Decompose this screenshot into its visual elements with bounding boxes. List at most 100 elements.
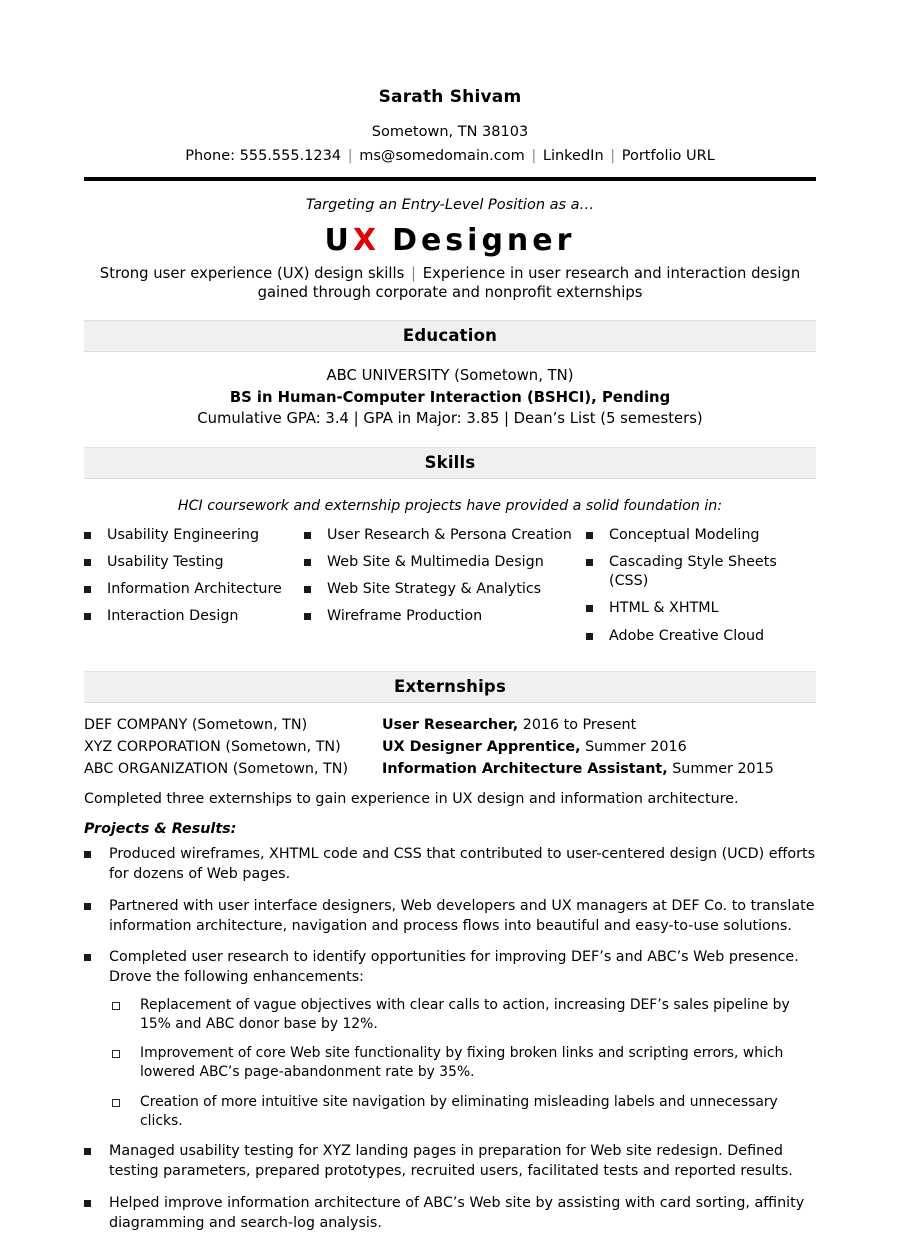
skill-label: HTML & XHTML bbox=[609, 600, 719, 617]
externship-row: ABC ORGANIZATION (Sometown, TN) Informat… bbox=[84, 758, 816, 780]
externship-row: DEF COMPANY (Sometown, TN) User Research… bbox=[84, 714, 816, 736]
target-job-title: UX Designer bbox=[84, 215, 816, 259]
skill-label: Web Site & Multimedia Design bbox=[327, 553, 544, 570]
externship-company: DEF COMPANY (Sometown, TN) bbox=[84, 716, 308, 733]
externship-row: XYZ CORPORATION (Sometown, TN) UX Design… bbox=[84, 736, 816, 758]
contact-line: Phone: 555.555.1234 | ms@somedomain.com … bbox=[84, 142, 816, 166]
skill-item: Information Architecture bbox=[84, 580, 304, 599]
skill-item: Web Site & Multimedia Design bbox=[304, 553, 586, 572]
section-header-skills: Skills bbox=[84, 446, 816, 479]
skills-columns: Usability Engineering Usability Testing … bbox=[84, 518, 816, 654]
externship-dates: 2016 to Present bbox=[522, 716, 637, 733]
targeting-statement: Targeting an Entry-Level Position as a… bbox=[305, 197, 595, 214]
candidate-location: Sometown, TN 38103 bbox=[371, 123, 529, 140]
skill-item: Usability Testing bbox=[84, 553, 304, 572]
skill-item: Wireframe Production bbox=[304, 607, 586, 626]
square-bullet-icon bbox=[84, 902, 91, 910]
nested-bullet-list: Replacement of vague objectives with cle… bbox=[84, 996, 816, 1131]
contact-separator-1: | bbox=[347, 147, 353, 164]
bullet-item: Helped improve information architecture … bbox=[84, 1194, 816, 1233]
externship-role-title: User Researcher, bbox=[382, 716, 519, 733]
resume-page: Sarath Shivam Sometown, TN 38103 Phone: … bbox=[0, 0, 900, 1231]
bullet-item: Completed user research to identify oppo… bbox=[84, 948, 816, 987]
contact-separator-3: | bbox=[610, 147, 616, 164]
hollow-square-bullet-icon bbox=[112, 1098, 120, 1107]
linkedin-link[interactable]: LinkedIn bbox=[543, 148, 604, 164]
skill-label: User Research & Persona Creation bbox=[327, 526, 572, 543]
projects-results-heading: Projects & Results: bbox=[84, 821, 237, 838]
sub-bullet-text: Improvement of core Web site functionali… bbox=[140, 1045, 784, 1081]
email-link[interactable]: ms@somedomain.com bbox=[359, 148, 525, 164]
tagline-line2: gained through corporate and nonprofit e… bbox=[257, 284, 643, 302]
skill-label: Cascading Style Sheets (CSS) bbox=[609, 553, 777, 590]
square-bullet-icon bbox=[84, 531, 91, 539]
projects-bullet-list: Produced wireframes, XHTML code and CSS … bbox=[84, 837, 816, 1233]
skill-label: Wireframe Production bbox=[327, 608, 483, 625]
job-title-u: U bbox=[324, 222, 353, 258]
candidate-name: Sarath Shivam bbox=[378, 87, 522, 107]
externship-role-cell: User Researcher, 2016 to Present bbox=[382, 714, 816, 736]
tagline: Strong user experience (UX) design skill… bbox=[84, 258, 816, 303]
education-honors: Cumulative GPA: 3.4 | GPA in Major: 3.85… bbox=[197, 410, 703, 428]
square-bullet-icon bbox=[304, 586, 311, 594]
bullet-item: Produced wireframes, XHTML code and CSS … bbox=[84, 845, 816, 884]
sub-bullet-item: Creation of more intuitive site navigati… bbox=[112, 1093, 816, 1131]
externship-role-cell: Information Architecture Assistant, Summ… bbox=[382, 758, 816, 780]
square-bullet-icon bbox=[304, 531, 311, 539]
hollow-square-bullet-icon bbox=[112, 1050, 120, 1059]
skill-item: Adobe Creative Cloud bbox=[586, 627, 816, 646]
job-title-rest: Designer bbox=[392, 222, 576, 258]
externship-company: XYZ CORPORATION (Sometown, TN) bbox=[84, 739, 341, 756]
skill-label: Information Architecture bbox=[107, 581, 282, 598]
hollow-square-bullet-icon bbox=[112, 1001, 120, 1010]
square-bullet-icon bbox=[304, 558, 311, 566]
skill-label: Usability Engineering bbox=[107, 526, 260, 543]
square-bullet-icon bbox=[84, 851, 91, 859]
square-bullet-icon bbox=[586, 531, 593, 539]
square-bullet-icon bbox=[84, 586, 91, 594]
skill-label: Adobe Creative Cloud bbox=[609, 627, 765, 644]
section-header-education: Education bbox=[84, 320, 816, 353]
portfolio-link[interactable]: Portfolio URL bbox=[622, 148, 715, 164]
contact-separator-2: | bbox=[531, 147, 537, 164]
bullet-text: Helped improve information architecture … bbox=[109, 1194, 805, 1231]
square-bullet-icon bbox=[84, 954, 91, 962]
section-header-externships: Externships bbox=[84, 670, 816, 703]
externship-dates: Summer 2016 bbox=[585, 739, 687, 756]
bullet-text: Completed user research to identify oppo… bbox=[109, 949, 799, 986]
square-bullet-icon bbox=[586, 632, 593, 640]
sub-bullet-text: Replacement of vague objectives with cle… bbox=[140, 996, 790, 1032]
externship-company: ABC ORGANIZATION (Sometown, TN) bbox=[84, 761, 349, 778]
square-bullet-icon bbox=[84, 558, 91, 566]
education-school: ABC UNIVERSITY (Sometown, TN) bbox=[326, 367, 574, 385]
bullet-text: Partnered with user interface designers,… bbox=[109, 897, 815, 934]
skill-item: Conceptual Modeling bbox=[586, 526, 816, 545]
bullet-text: Managed usability testing for XYZ landin… bbox=[109, 1143, 793, 1180]
skill-item: HTML & XHTML bbox=[586, 599, 816, 618]
skill-item: Cascading Style Sheets (CSS) bbox=[586, 553, 816, 592]
job-title-x-accent: X bbox=[352, 222, 381, 258]
skill-label: Usability Testing bbox=[107, 553, 224, 570]
skill-label: Conceptual Modeling bbox=[609, 526, 760, 543]
externship-dates: Summer 2015 bbox=[672, 761, 774, 778]
externship-summary: Completed three externships to gain expe… bbox=[84, 791, 739, 808]
sub-bullet-item: Replacement of vague objectives with cle… bbox=[112, 996, 816, 1034]
tagline-separator: | bbox=[411, 265, 417, 283]
square-bullet-icon bbox=[84, 1199, 91, 1207]
externship-role-cell: UX Designer Apprentice, Summer 2016 bbox=[382, 736, 816, 758]
skills-column-1: Usability Engineering Usability Testing … bbox=[84, 526, 304, 654]
skill-item: User Research & Persona Creation bbox=[304, 526, 586, 545]
bullet-text: Produced wireframes, XHTML code and CSS … bbox=[109, 846, 816, 883]
tagline-left: Strong user experience (UX) design skill… bbox=[99, 265, 405, 283]
skill-item: Web Site Strategy & Analytics bbox=[304, 580, 586, 599]
skill-label: Interaction Design bbox=[107, 608, 239, 625]
square-bullet-icon bbox=[84, 613, 91, 621]
externship-role-title: UX Designer Apprentice, bbox=[382, 739, 581, 756]
skills-intro: HCI coursework and externship projects h… bbox=[177, 497, 723, 514]
education-degree: BS in Human-Computer Interaction (BSHCI)… bbox=[229, 388, 671, 406]
externship-rows: DEF COMPANY (Sometown, TN) User Research… bbox=[84, 703, 816, 780]
square-bullet-icon bbox=[586, 605, 593, 613]
square-bullet-icon bbox=[304, 613, 311, 621]
skill-item: Usability Engineering bbox=[84, 526, 304, 545]
skills-column-3: Conceptual Modeling Cascading Style Shee… bbox=[586, 526, 816, 654]
